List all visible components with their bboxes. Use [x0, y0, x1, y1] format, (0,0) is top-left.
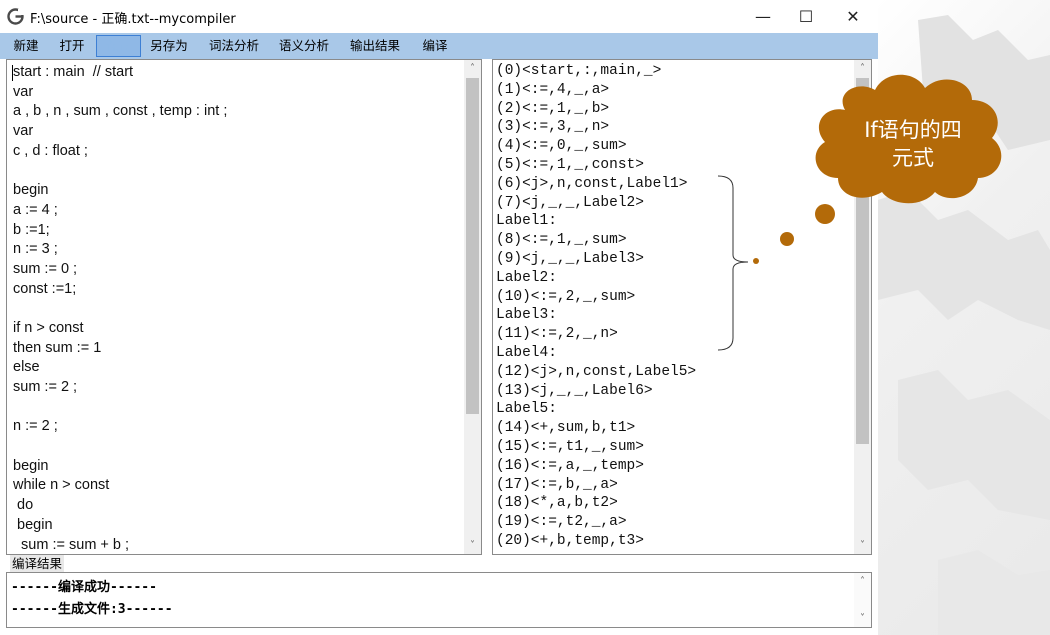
source-line: sum := 0 ; [13, 260, 78, 277]
compile-result-label: 编译结果 [10, 555, 65, 572]
source-line: a , b , n , sum , const , temp : int ; [13, 103, 228, 120]
quad-text: (0)<start,:,main,_> (1)<:=,4,_,a> (2)<:=,1… [496, 62, 696, 551]
source-line: const :=1; [13, 280, 77, 297]
source-line: sum := sum + b ; [13, 536, 130, 553]
menu-compile[interactable]: 编译 [415, 33, 455, 59]
source-line: n := 3 ; [13, 241, 58, 258]
menu-bar: 新建 打开 保存 另存为 词法分析 语义分析 输出结果 编译 [0, 33, 878, 59]
source-line: c , d : float ; [13, 142, 88, 159]
source-line: n := 2 ; [13, 418, 58, 435]
source-line: while n > const [13, 477, 110, 494]
menu-save[interactable]: 保存 [96, 35, 141, 57]
app-g-icon [7, 8, 24, 25]
compile-result-output[interactable]: ------编译成功------ ------生成文件:3------ ˄ ˅ [6, 572, 872, 628]
source-line: then sum := 1 [13, 339, 102, 356]
quad-line: (13)<j,_,_,Label6> [496, 382, 653, 399]
source-line: sum := 2 ; [13, 379, 78, 395]
quad-line: (12)<j>,n,const,Label5> [496, 363, 697, 380]
scroll-up-icon[interactable]: ˄ [854, 60, 871, 77]
scroll-down-icon[interactable]: ˅ [464, 537, 481, 554]
minimize-button[interactable]: — [740, 0, 786, 33]
output-scrollbar[interactable]: ˄ ˅ [854, 573, 871, 627]
quad-line: (2)<:=,1,_,b> [496, 100, 610, 117]
quad-line: Label4: [496, 344, 557, 361]
quad-line: (4)<:=,0,_,sum> [496, 138, 627, 155]
quad-line: (0)<start,:,main,_> [496, 63, 662, 79]
source-line [13, 398, 227, 418]
quad-line: (20)<+,b,temp,t3> [496, 532, 644, 549]
source-scrollbar[interactable]: ˄ ˅ [464, 60, 481, 554]
menu-new[interactable]: 新建 [6, 33, 46, 59]
quad-line: (10)<:=,2,_,sum> [496, 288, 636, 305]
quad-line: (16)<:=,a,_,temp> [496, 457, 644, 474]
menu-open[interactable]: 打开 [52, 33, 92, 59]
source-editor[interactable]: start : main // start var a , b , n , sum … [6, 59, 482, 555]
quad-line: Label2: [496, 269, 557, 286]
source-line: do [13, 497, 34, 514]
scroll-up-icon[interactable]: ˄ [854, 573, 871, 590]
result-line: ------生成文件:3------ [11, 602, 173, 617]
source-line: a := 4 ; [13, 201, 58, 218]
menu-lexical-analysis[interactable]: 词法分析 [204, 33, 264, 59]
scroll-up-icon[interactable]: ˄ [464, 60, 481, 77]
quad-line: (9)<j,_,_,Label3> [496, 250, 644, 267]
source-line: start : main // start [13, 64, 134, 80]
menu-output-result[interactable]: 输出结果 [345, 33, 405, 59]
compiler-window: F:\source - 正确.txt--mycompiler — ☐ ✕ 新建 … [0, 0, 878, 635]
source-line: begin [13, 516, 53, 533]
quad-line: (7)<j,_,_,Label2> [496, 194, 644, 211]
window-title: F:\source - 正确.txt--mycompiler [30, 12, 236, 27]
source-line [13, 299, 227, 319]
quad-line: (8)<:=,1,_,sum> [496, 232, 627, 249]
source-line: var [13, 123, 34, 140]
title-bar: F:\source - 正确.txt--mycompiler — ☐ ✕ [0, 0, 878, 33]
background-decoration [878, 0, 1050, 635]
annotation-text: If语句的四 元式 [864, 118, 962, 170]
quad-line: Label5: [496, 401, 557, 418]
source-line: b :=1; [13, 221, 50, 238]
source-line [13, 161, 227, 181]
quad-line: (3)<:=,3,_,n> [496, 119, 610, 136]
quad-line: (5)<:=,1,_,const> [496, 156, 644, 173]
quad-output-editor[interactable]: (0)<start,:,main,_> (1)<:=,4,_,a> (2)<:=,1… [492, 59, 872, 555]
source-line: begin [13, 457, 49, 474]
quad-line: (6)<j>,n,const,Label1> [496, 175, 688, 192]
close-button[interactable]: ✕ [830, 0, 876, 33]
result-line: ------编译成功------ [11, 580, 157, 595]
scroll-down-icon[interactable]: ˅ [854, 610, 871, 627]
quad-line: Label1: [496, 213, 557, 230]
scroll-thumb[interactable] [466, 78, 479, 414]
maximize-button[interactable]: ☐ [783, 0, 829, 33]
quad-line: (1)<:=,4,_,a> [496, 81, 610, 98]
compile-result-text: ------编译成功------ ------生成文件:3------ [11, 577, 173, 621]
source-line: if n > const [13, 319, 84, 336]
scroll-down-icon[interactable]: ˅ [854, 537, 871, 554]
source-line: begin [13, 182, 49, 199]
source-text: start : main // start var a , b , n , sum … [13, 63, 228, 554]
quad-line: (14)<+,sum,b,t1> [496, 420, 636, 437]
source-line: else [13, 359, 40, 376]
quad-line: (11)<:=,2,_,n> [496, 326, 618, 343]
quad-line: (18)<*,a,b,t2> [496, 495, 618, 512]
quad-line: Label3: [496, 307, 557, 324]
source-line: var [13, 83, 34, 100]
menu-semantic-analysis[interactable]: 语义分析 [274, 33, 334, 59]
quad-line: (17)<:=,b,_,a> [496, 476, 618, 493]
quad-line: (15)<:=,t1,_,sum> [496, 438, 644, 455]
quad-line: (19)<:=,t2,_,a> [496, 514, 627, 531]
menu-save-as[interactable]: 另存为 [145, 33, 193, 59]
source-line [13, 437, 227, 457]
